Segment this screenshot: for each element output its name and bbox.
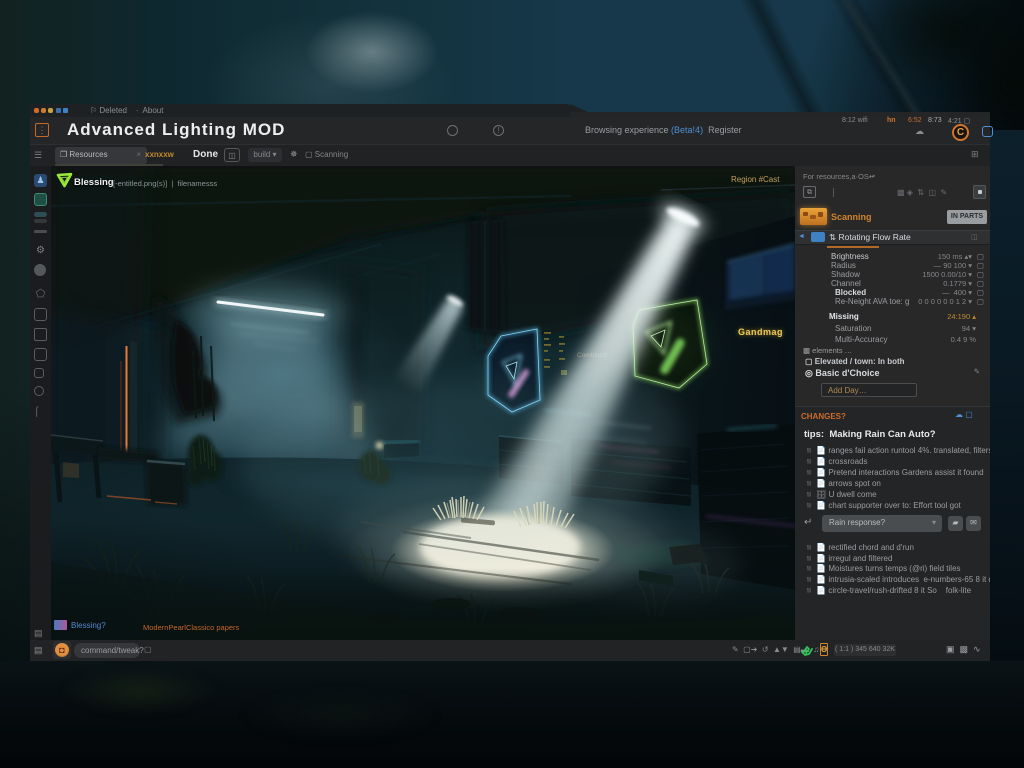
svg-text:Gandmag: Gandmag <box>738 327 783 337</box>
